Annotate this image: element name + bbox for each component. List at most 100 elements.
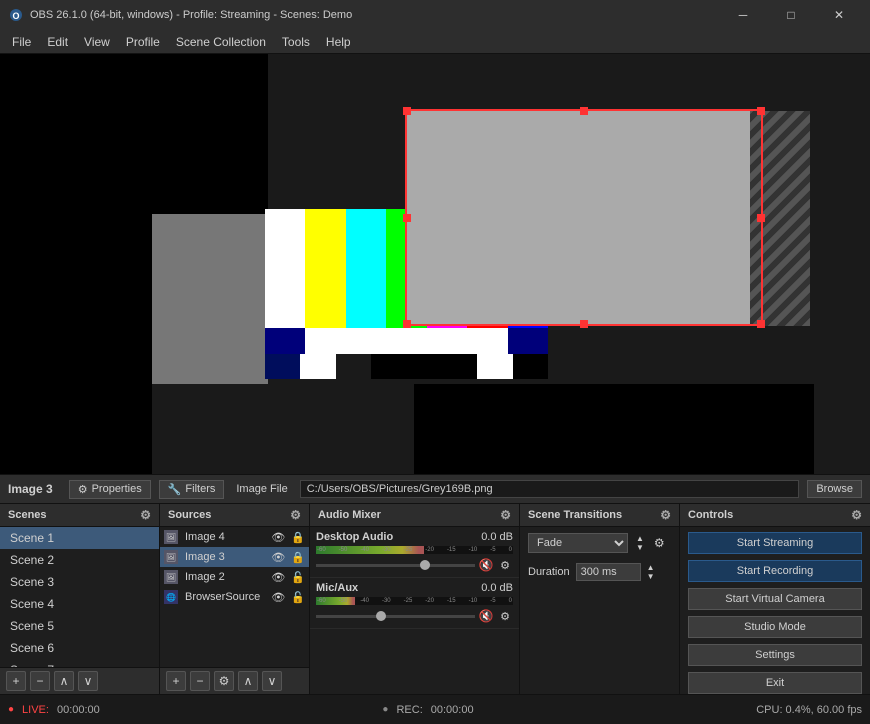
scene-item-7[interactable]: Scene 7 (0, 659, 159, 667)
menu-scene-collection[interactable]: Scene Collection (168, 33, 274, 51)
source-item-image2[interactable]: 🖼 Image 2 👁 🔓 (160, 567, 309, 587)
properties-tab[interactable]: ⚙ Properties (69, 480, 151, 499)
sources-header: Sources ⚙ (160, 504, 309, 527)
duration-up-down[interactable]: ▲ ▼ (647, 563, 655, 581)
transition-up-down[interactable]: ▲ ▼ (636, 534, 644, 552)
live-label: LIVE: (22, 704, 49, 716)
image2-icon: 🖼 (164, 570, 178, 584)
audio-header: Audio Mixer ⚙ (310, 504, 519, 527)
image3-lock-icon[interactable]: 🔒 (291, 551, 305, 564)
exit-button[interactable]: Exit (688, 672, 862, 694)
preview-bottom-middle (152, 384, 414, 474)
preview-gray-box[interactable] (407, 111, 763, 326)
source-item-image4[interactable]: 🖼 Image 4 👁 🔒 (160, 527, 309, 547)
mic-aux-track: Mic/Aux 0.0 dB -60 -50 -40 -30 -25 -20 -… (310, 578, 519, 629)
sources-panel: Sources ⚙ 🖼 Image 4 👁 🔒 🖼 Image 3 👁 🔒 🖼 … (160, 504, 310, 694)
menu-edit[interactable]: Edit (39, 33, 76, 51)
source-item-browser[interactable]: 🌐 BrowserSource 👁 🔓 (160, 587, 309, 607)
desktop-audio-mute-icon[interactable]: 🔇 (478, 557, 494, 573)
rec-label: REC: (396, 704, 422, 716)
image3-eye-icon[interactable]: 👁 (271, 551, 285, 564)
duration-input[interactable] (576, 563, 641, 581)
close-button[interactable]: ✕ (816, 0, 862, 30)
scene-item-4[interactable]: Scene 4 (0, 593, 159, 615)
transitions-panel: Scene Transitions ⚙ Fade ▲ ▼ ⚙ Duration … (520, 504, 680, 694)
scene-item-2[interactable]: Scene 2 (0, 549, 159, 571)
live-time: 00:00:00 (57, 704, 100, 716)
filters-tab[interactable]: 🔧 Filters (159, 480, 225, 499)
sources-footer: + − ⚙ ∧ ∨ (160, 667, 309, 694)
controls-buttons: Start Streaming Start Recording Start Vi… (680, 527, 870, 694)
mic-aux-name: Mic/Aux (316, 582, 358, 594)
transition-settings-icon[interactable]: ⚙ (654, 536, 665, 550)
scenes-footer: + − ∧ ∨ (0, 667, 159, 694)
scenes-add-button[interactable]: + (6, 671, 26, 691)
scene-item-5[interactable]: Scene 5 (0, 615, 159, 637)
scenes-down-button[interactable]: ∨ (78, 671, 98, 691)
menu-help[interactable]: Help (318, 33, 359, 51)
window-controls: ─ □ ✕ (720, 0, 862, 30)
settings-button[interactable]: Settings (688, 644, 862, 666)
transitions-config-icon[interactable]: ⚙ (660, 508, 671, 522)
controls-panel: Controls ⚙ Start Streaming Start Recordi… (680, 504, 870, 694)
transitions-content: Fade ▲ ▼ ⚙ Duration ▲ ▼ (520, 527, 679, 694)
browser-eye-icon[interactable]: 👁 (271, 591, 285, 604)
maximize-button[interactable]: □ (768, 0, 814, 30)
preview-left-black (0, 54, 152, 474)
image4-icon: 🖼 (164, 530, 178, 544)
controls-header: Controls ⚙ (680, 504, 870, 527)
mic-aux-db: 0.0 dB (481, 582, 513, 594)
image2-eye-icon[interactable]: 👁 (271, 571, 285, 584)
desktop-audio-db: 0.0 dB (481, 531, 513, 543)
start-streaming-button[interactable]: Start Streaming (688, 532, 862, 554)
duration-label: Duration (528, 566, 570, 578)
controls-config-icon[interactable]: ⚙ (851, 508, 862, 522)
selected-source-label: Image 3 (8, 482, 61, 496)
scene-item-3[interactable]: Scene 3 (0, 571, 159, 593)
image4-eye-icon[interactable]: 👁 (271, 531, 285, 544)
scenes-config-icon[interactable]: ⚙ (140, 508, 151, 522)
live-dot: ● (8, 704, 14, 715)
scenes-up-button[interactable]: ∧ (54, 671, 74, 691)
browse-button[interactable]: Browse (807, 480, 862, 498)
desktop-audio-slider[interactable] (316, 564, 475, 567)
scene-item-6[interactable]: Scene 6 (0, 637, 159, 659)
transition-type-select[interactable]: Fade (528, 533, 628, 553)
desktop-audio-settings-icon[interactable]: ⚙ (497, 557, 513, 573)
scene-item-1[interactable]: Scene 1 (0, 527, 159, 549)
preview-gray-left (152, 214, 268, 384)
audio-config-icon[interactable]: ⚙ (500, 508, 511, 522)
menu-view[interactable]: View (76, 33, 118, 51)
window-title: OBS 26.1.0 (64-bit, windows) - Profile: … (30, 9, 720, 21)
start-virtual-camera-button[interactable]: Start Virtual Camera (688, 588, 862, 610)
image2-lock-icon[interactable]: 🔓 (291, 571, 305, 584)
app-icon: O (8, 7, 24, 23)
mic-aux-slider[interactable] (316, 615, 475, 618)
audio-tracks: Desktop Audio 0.0 dB -60 -50 -40 -30 -25… (310, 527, 519, 694)
mic-aux-meter: -60 -50 -40 -30 -25 -20 -15 -10 -5 0 (316, 597, 513, 605)
menu-file[interactable]: File (4, 33, 39, 51)
sources-remove-button[interactable]: − (190, 671, 210, 691)
studio-mode-button[interactable]: Studio Mode (688, 616, 862, 638)
sources-down-button[interactable]: ∨ (262, 671, 282, 691)
source-item-image3[interactable]: 🖼 Image 3 👁 🔒 (160, 547, 309, 567)
sources-add-button[interactable]: + (166, 671, 186, 691)
statusbar: ● LIVE: 00:00:00 ● REC: 00:00:00 CPU: 0.… (0, 694, 870, 724)
scenes-remove-button[interactable]: − (30, 671, 50, 691)
sources-settings-button[interactable]: ⚙ (214, 671, 234, 691)
mic-aux-mute-icon[interactable]: 🔇 (478, 608, 494, 624)
start-recording-button[interactable]: Start Recording (688, 560, 862, 582)
image4-lock-icon[interactable]: 🔒 (291, 531, 305, 544)
browser-lock-icon[interactable]: 🔓 (291, 591, 305, 604)
audio-panel: Audio Mixer ⚙ Desktop Audio 0.0 dB -60 -… (310, 504, 520, 694)
menu-profile[interactable]: Profile (118, 33, 168, 51)
sources-up-button[interactable]: ∧ (238, 671, 258, 691)
image3-icon: 🖼 (164, 550, 178, 564)
preview-bottom-right-black (414, 384, 814, 474)
desktop-audio-track: Desktop Audio 0.0 dB -60 -50 -40 -30 -25… (310, 527, 519, 578)
minimize-button[interactable]: ─ (720, 0, 766, 30)
menu-tools[interactable]: Tools (274, 33, 318, 51)
browser-icon: 🌐 (164, 590, 178, 604)
mic-aux-settings-icon[interactable]: ⚙ (497, 608, 513, 624)
sources-config-icon[interactable]: ⚙ (290, 508, 301, 522)
